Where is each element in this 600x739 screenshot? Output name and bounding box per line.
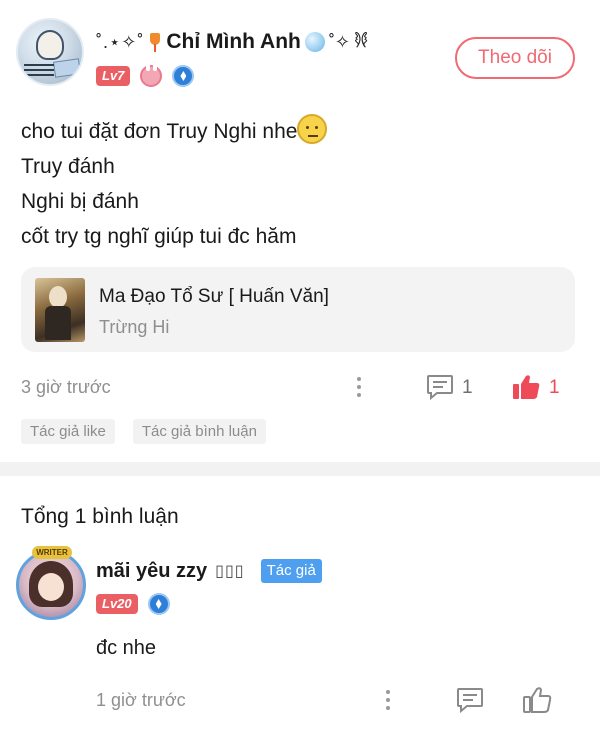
comment-count: 1 <box>462 377 473 398</box>
commenter-name-glyphs: ▯▯▯ <box>215 563 245 580</box>
book-cover <box>35 278 85 342</box>
author-name[interactable]: Chỉ Mình Anh <box>166 30 301 54</box>
shield-icon <box>147 593 170 615</box>
tag-author-comment: Tác giả bình luận <box>132 419 266 444</box>
post-time: 3 giờ trước <box>21 377 111 397</box>
level-badge: Lv7 <box>96 66 131 86</box>
post-line: cho tui đặt đơn Truy Nghi nhe <box>21 114 581 149</box>
bubble-icon <box>304 32 325 52</box>
book-author: Trừng Hi <box>99 317 170 337</box>
linked-book-card[interactable]: Ma Đạo Tổ Sư [ Huấn Văn] Trừng Hi <box>21 267 575 352</box>
post-card: ˚.⋆✧˚ Chỉ Mình Anh ˚✧ 𐦍 Lv7 Theo dõi cho… <box>0 0 600 460</box>
thumb-up-icon[interactable] <box>511 373 541 401</box>
more-dot <box>386 698 390 702</box>
post-content: cho tui đặt đơn Truy Nghi nhe Truy đánh … <box>21 114 581 254</box>
name-decoration-prefix: ˚.⋆✧˚ <box>96 31 145 52</box>
comment-icon[interactable] <box>456 687 484 713</box>
writer-frame-tag: WRITER <box>32 546 72 559</box>
tag-author-like: Tác giả like <box>21 419 115 444</box>
like-count: 1 <box>549 377 560 398</box>
author-name-row[interactable]: ˚.⋆✧˚ Chỉ Mình Anh ˚✧ 𐦍 <box>96 26 368 58</box>
bunny-icon <box>140 62 163 87</box>
name-decoration-suffix: ˚✧ <box>328 31 350 52</box>
avatar-lines <box>24 64 54 66</box>
avatar-figure <box>36 30 64 60</box>
more-dot <box>357 393 361 397</box>
comment-meta-row: 1 giờ trước <box>0 684 600 720</box>
swirl-icon: 𐦍 <box>353 29 369 52</box>
commenter-avatar[interactable] <box>16 550 86 620</box>
shield-icon <box>172 65 195 87</box>
comments-title: Tổng 1 bình luận <box>21 505 179 528</box>
section-divider <box>0 462 600 476</box>
comment-time: 1 giờ trước <box>96 690 186 710</box>
post-line: cốt try tg nghĩ giúp tui đc hăm <box>21 225 297 248</box>
more-dot <box>386 706 390 710</box>
author-badge: Tác giả <box>260 559 322 583</box>
commenter-name-row[interactable]: mãi yêu zzy ▯▯▯ Tác giả <box>96 557 322 585</box>
post-line-text: cho tui đặt đơn Truy Nghi nhe <box>21 120 298 143</box>
commenter-badges: Lv20 <box>96 593 170 615</box>
book-title: Ma Đạo Tổ Sư [ Huấn Văn] <box>99 286 329 307</box>
more-dot <box>357 377 361 381</box>
post-line: Nghi bị đánh <box>21 190 139 213</box>
post-line: Truy đánh <box>21 155 115 178</box>
author-avatar[interactable] <box>16 18 84 86</box>
author-badges: Lv7 <box>96 62 195 88</box>
thumb-up-icon[interactable] <box>522 686 552 714</box>
more-icon[interactable] <box>351 375 367 401</box>
more-dot <box>386 690 390 694</box>
author-interaction-tags: Tác giả like Tác giả bình luận <box>21 419 266 444</box>
thinking-face-icon <box>297 114 328 144</box>
follow-button[interactable]: Theo dõi <box>455 37 575 79</box>
more-dot <box>357 385 361 389</box>
avatar-book-shape <box>53 58 81 78</box>
post-meta-row: 3 giờ trước 1 1 <box>0 368 600 408</box>
level-badge: Lv20 <box>96 594 138 614</box>
drink-icon <box>148 31 162 53</box>
more-icon[interactable] <box>380 688 396 714</box>
comment-icon[interactable] <box>426 374 454 400</box>
avatar-face <box>38 573 64 601</box>
commenter-name[interactable]: mãi yêu zzy <box>96 560 207 583</box>
comment-text: đc nhe <box>96 637 157 659</box>
